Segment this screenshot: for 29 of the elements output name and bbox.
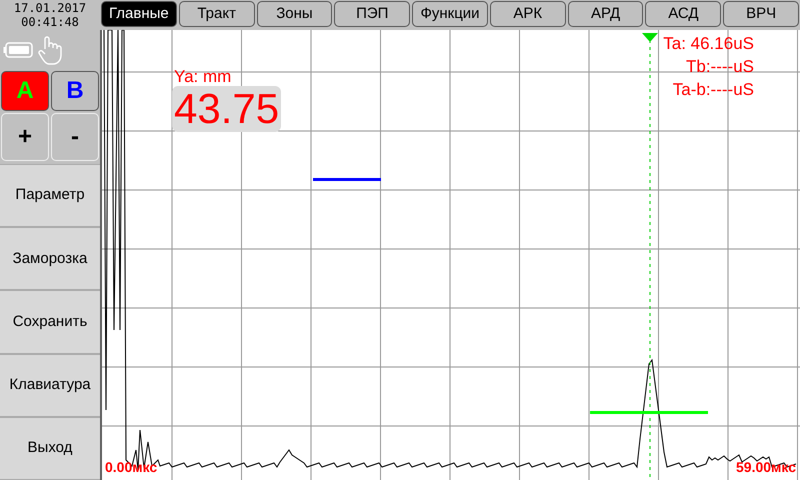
menu-button[interactable]: Заморозка [0,227,100,290]
cursor-time-text: Ta: 46.16uS [663,33,754,55]
axis-end-label: 59.00мкс [736,458,796,477]
menu-button[interactable]: Выход [0,416,100,480]
time-text: 00:41:48 [21,15,79,29]
axis-start-label: 0.00мкс [105,458,158,477]
tab[interactable]: Тракт [178,1,255,27]
tab[interactable]: АРК [490,1,566,27]
tab[interactable]: Зоны [256,1,332,27]
cursor-time-text: Ta-b:----uS [672,79,754,101]
tab[interactable]: АСД [645,1,722,27]
date-text: 17.01.2017 [14,1,86,15]
hand-pointer-icon [37,35,63,65]
tab[interactable]: АРД [568,1,644,27]
battery-icon [3,42,33,58]
adjust-button[interactable]: + [1,113,49,161]
tab[interactable]: Функции [412,1,488,27]
readout-label: Ya: mm [174,66,232,88]
menu-button[interactable]: Параметр [0,164,100,228]
gate-button[interactable]: B [51,71,99,111]
tab[interactable]: ПЭП [334,1,410,27]
menu-button[interactable]: Клавиатура [0,354,100,417]
adjust-button[interactable]: - [51,113,99,161]
tab[interactable]: ВРЧ [723,1,800,27]
readout-value: 43.75 [172,86,282,132]
menu-button[interactable]: Сохранить [0,290,100,354]
tab[interactable]: Главные [101,1,177,27]
cursor-time-text: Tb:----uS [686,56,754,78]
cursor-marker-icon[interactable] [642,33,658,42]
